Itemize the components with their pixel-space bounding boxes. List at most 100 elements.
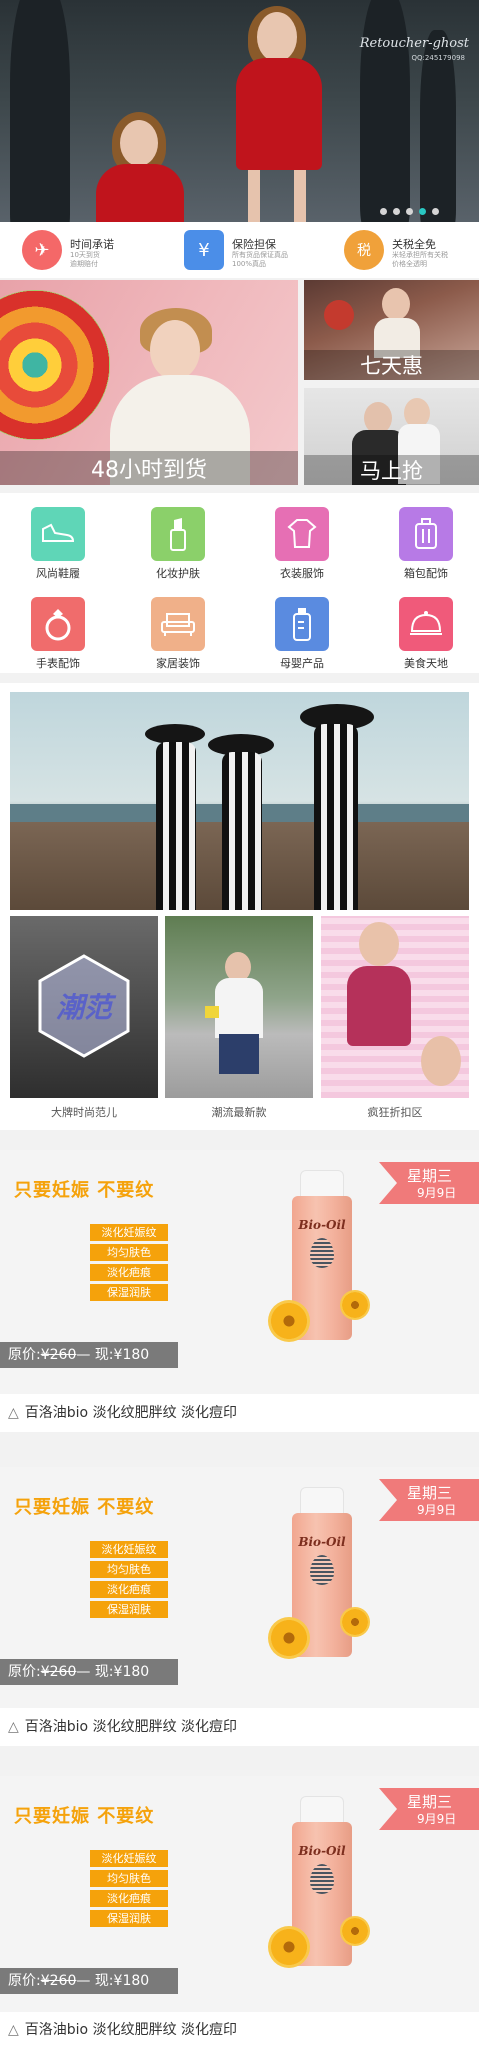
category-label: 箱包配饰 [404, 567, 448, 580]
model-figure [156, 742, 196, 910]
fashion-thumb-brand[interactable]: 潮范 [10, 916, 158, 1098]
lipstick-icon [151, 507, 205, 561]
category-label: 风尚鞋履 [36, 567, 80, 580]
drop-logo-icon [310, 1555, 334, 1585]
promise-title: 保险担保 [232, 238, 276, 251]
triangle-icon: △ [8, 1719, 19, 1735]
shoe-icon [31, 507, 85, 561]
product-tag: 淡化疤痕 [90, 1890, 168, 1907]
ribbon-date: 9月9日 [417, 1503, 457, 1517]
promo-48h[interactable]: 48小时到货 [0, 280, 298, 485]
thumb-text: 潮范 [55, 991, 112, 1024]
brand-logo: Bio-Oil [298, 1218, 346, 1232]
category-food[interactable]: 美食天地 [374, 583, 474, 670]
tax-badge-icon: 税 [344, 230, 384, 270]
fashion-thumb-discount[interactable] [321, 916, 469, 1098]
model-face [257, 12, 297, 62]
ribbon-day: 星期三 [407, 1793, 453, 1811]
promise-sub: 米轻承担所有关税 价格全透明 [392, 251, 448, 268]
product-tag: 淡化妊娠纹 [90, 1541, 168, 1558]
carousel-dot[interactable] [432, 208, 439, 215]
category-home[interactable]: 家居装饰 [126, 583, 226, 670]
product-tag: 均匀肤色 [90, 1244, 168, 1261]
brand-logo: Bio-Oil [298, 1535, 346, 1549]
promise-sub: 10天到货 逾期赔付 [70, 251, 100, 268]
category-label: 化妆护肤 [156, 567, 200, 580]
tree-shape [10, 0, 70, 222]
product-tags: 淡化妊娠纹 均匀肤色 淡化疤痕 保湿润肤 [90, 1224, 168, 1304]
category-baby[interactable]: 母婴产品 [250, 583, 350, 670]
product-tags: 淡化妊娠纹 均匀肤色 淡化疤痕 保湿润肤 [90, 1541, 168, 1621]
promo-caption: 七天惠 [304, 350, 479, 380]
product-title[interactable]: △ 百洛油bio 淡化纹肥胖纹 淡化痘印 [0, 2012, 479, 2048]
model-face [421, 1036, 461, 1086]
price-bar: 原价:¥260— 现:¥180 [0, 1659, 178, 1685]
model-coat [96, 164, 184, 222]
flower-image [340, 1607, 370, 1637]
fashion-caption: 潮流最新款 [211, 1106, 267, 1119]
ring-icon [31, 597, 85, 651]
bottle-cap [300, 1170, 344, 1198]
model-leg [248, 170, 260, 222]
product-title[interactable]: △ 百洛油bio 淡化纹肥胖纹 淡化痘印 [0, 1394, 479, 1432]
category-bags[interactable]: 箱包配饰 [374, 493, 474, 580]
product-title[interactable]: △ 百洛油bio 淡化纹肥胖纹 淡化痘印 [0, 1708, 479, 1746]
carousel-dot[interactable] [406, 208, 413, 215]
model-coat [236, 58, 322, 170]
model-figure [222, 752, 262, 910]
hero-banner[interactable]: Retoucher-ghost QQ:245179098 [0, 0, 479, 222]
model-pants [219, 1034, 259, 1074]
product-slogan: 只要妊娠 不要纹 [14, 1180, 155, 1201]
product-card[interactable]: 只要妊娠 不要纹 淡化妊娠纹 均匀肤色 淡化疤痕 保湿润肤 原价:¥260— 现… [0, 1776, 479, 2036]
model-face [150, 320, 200, 380]
tree-shape [360, 0, 410, 222]
promise-title: 时间承诺 [70, 238, 114, 251]
fashion-banner[interactable] [10, 692, 469, 910]
promo-caption: 马上抢 [304, 455, 479, 485]
model-face [359, 922, 399, 966]
category-label: 美食天地 [404, 657, 448, 670]
model-hat [145, 724, 205, 744]
model-body [215, 978, 263, 1038]
carousel-dots [380, 208, 439, 215]
triangle-icon: △ [8, 2022, 19, 2038]
flower-image [340, 1290, 370, 1320]
promise-sub: 所有货品保证真品 100%真品 [232, 251, 288, 268]
brand-logo: Bio-Oil [298, 1844, 346, 1858]
watermark-sub: QQ:245179098 [411, 54, 465, 62]
model-dress [347, 966, 411, 1046]
product-tag: 均匀肤色 [90, 1870, 168, 1887]
product-slogan: 只要妊娠 不要纹 [14, 1806, 155, 1827]
dress-icon [275, 507, 329, 561]
product-card[interactable]: 只要妊娠 不要纹 淡化妊娠纹 均匀肤色 淡化疤痕 保湿润肤 原价:¥260— 现… [0, 1467, 479, 1727]
product-tags: 淡化妊娠纹 均匀肤色 淡化疤痕 保湿润肤 [90, 1850, 168, 1930]
fashion-caption: 疯狂折扣区 [367, 1106, 423, 1119]
model-figure [314, 724, 358, 910]
date-ribbon: 星期三 9月9日 [379, 1788, 479, 1830]
product-tag: 淡化妊娠纹 [90, 1850, 168, 1867]
price-bar: 原价:¥260— 现:¥180 [0, 1968, 178, 1994]
bottle-cap [300, 1487, 344, 1515]
carousel-dot-active[interactable] [419, 208, 426, 215]
carousel-dot[interactable] [393, 208, 400, 215]
category-watches[interactable]: 手表配饰 [6, 583, 106, 670]
carousel-dot[interactable] [380, 208, 387, 215]
product-slogan: 只要妊娠 不要纹 [14, 1497, 155, 1518]
drop-logo-icon [310, 1864, 334, 1894]
ribbon-day: 星期三 [407, 1484, 453, 1502]
category-cosmetics[interactable]: 化妆护肤 [126, 493, 226, 580]
fashion-thumb-trend[interactable] [165, 916, 313, 1098]
sofa-icon [151, 597, 205, 651]
product-card[interactable]: 只要妊娠 不要纹 淡化妊娠纹 均匀肤色 淡化疤痕 保湿润肤 原价:¥260— 现… [0, 1150, 479, 1410]
category-label: 母婴产品 [280, 657, 324, 670]
category-shoes[interactable]: 风尚鞋履 [6, 493, 106, 580]
promo-buy-now[interactable]: 马上抢 [304, 388, 479, 485]
category-clothing[interactable]: 衣装服饰 [250, 493, 350, 580]
category-grid: 风尚鞋履 化妆护肤 衣装服饰 箱包配饰 手表配饰 家居装饰 母婴产品 美食天地 [0, 493, 479, 673]
lollipop-image [0, 290, 110, 440]
model-bag [205, 1006, 219, 1018]
drop-logo-icon [310, 1238, 334, 1268]
promo-seven-days[interactable]: 七天惠 [304, 280, 479, 380]
date-ribbon: 星期三 9月9日 [379, 1479, 479, 1521]
flower-image [268, 1926, 310, 1968]
